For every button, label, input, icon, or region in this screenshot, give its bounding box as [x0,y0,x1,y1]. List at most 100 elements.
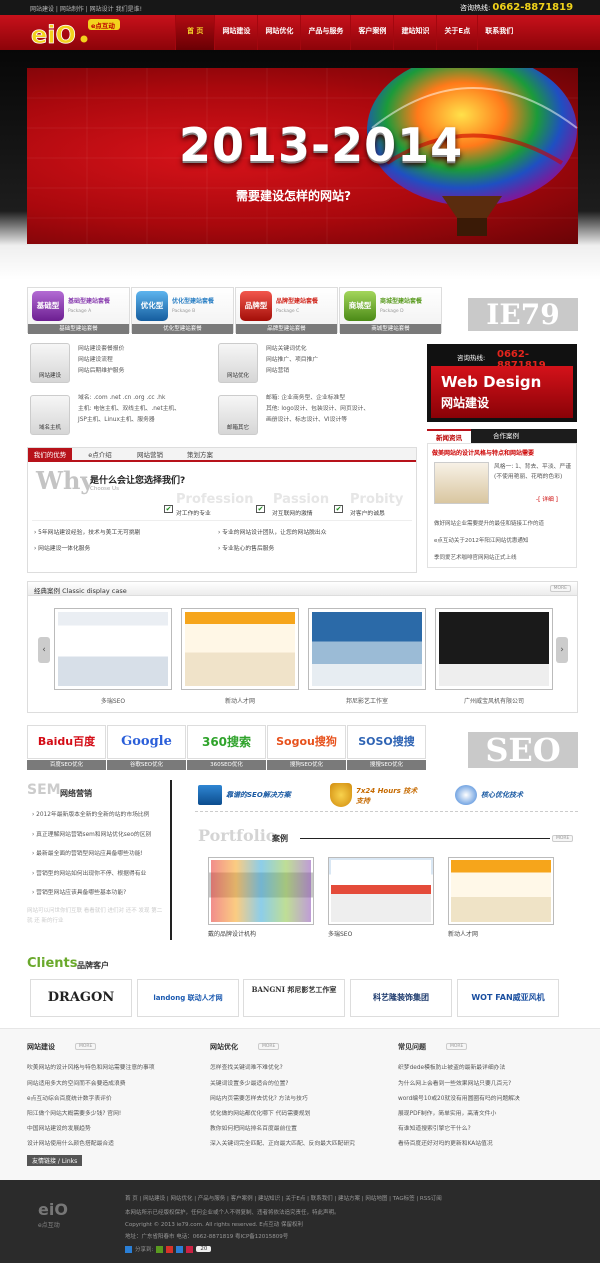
footer-article-link[interactable]: 优化做的网站都优化哪下 代码需要规划 [210,1108,390,1117]
portfolio-caption[interactable]: 戴的品牌设计机构 [208,929,256,938]
case-caption[interactable]: 邦尼影艺工作室 [308,696,426,705]
client-logo[interactable]: BANGNI 邦尼影艺工作室 [243,979,345,1017]
service-line[interactable]: 网站关键词优化 [266,344,318,355]
next-arrow-icon[interactable]: › [556,637,568,663]
footer-article-link[interactable]: 教你如何把网站排名百度最前位置 [210,1123,390,1132]
case-card[interactable] [54,608,172,690]
footer-article-link[interactable]: 吹美网站的设计风格与特色和网站需要注意的事项 [27,1062,207,1071]
share-icon[interactable] [125,1245,132,1253]
package-seo[interactable]: 优化型 优化型建站套餐 Package B 优化型建站套餐 [131,287,234,334]
service-line[interactable]: 网站建设流程 [78,355,124,366]
portfolio-card[interactable] [448,857,554,925]
service-line[interactable]: 网站营销 [266,366,318,377]
nav-cases[interactable]: 客户案例 [350,15,393,50]
soso-logo[interactable]: SOSO搜搜 [347,725,426,759]
footer-article-link[interactable]: 有谁知道搜索引擎它干什么? [398,1123,578,1132]
share-qzone-icon[interactable] [156,1245,164,1253]
friend-links-label[interactable]: 友情链接 / Links [27,1155,83,1166]
service-line[interactable]: 网站后期维护服务 [78,366,124,377]
service-line[interactable]: 网站建设套餐报价 [78,344,124,355]
cases-more-link[interactable]: MORE [549,585,571,592]
tab-advantage[interactable]: 我们的优势 [28,448,72,462]
footer-more-link[interactable]: MORE [75,1043,97,1050]
news-item[interactable]: 季同爱艺术咖啡官网网站正式上线 [434,553,574,561]
client-logo[interactable]: DRAGON [30,979,132,1017]
top-links[interactable]: 网站建设 | 网站制作 | 网站设计 我们是谁! [30,4,142,13]
news-more-link[interactable]: -[ 详细 ] [536,494,558,503]
footer-article-link[interactable]: 设计网站使用什么颜色搭配最合适 [27,1138,207,1147]
tab-marketing[interactable]: 网站营销 [128,448,172,462]
footer-article-link[interactable]: 织梦dede模板防止被盗的最新最详细办法 [398,1062,578,1071]
service-line[interactable]: JSP主机、Linux主机、服务器 [78,415,180,426]
tab-cases[interactable]: 合作案例 [484,429,528,443]
client-logo[interactable]: WOT FAN威亚风机 [457,979,559,1017]
tab-intro[interactable]: e点介绍 [78,448,122,462]
client-logo[interactable]: landong 联动人才网 [137,979,239,1017]
package-brand[interactable]: 品牌型 品牌型建站套餐 Package C 品牌型建站套餐 [235,287,338,334]
footer-nav[interactable]: 首 页 | 网站建设 | 网站优化 | 产品与服务 | 客户案例 | 建站知识 … [125,1194,442,1202]
portfolio-card[interactable] [208,857,314,925]
sem-item[interactable]: › 营销型的网站如何出现你不停、根据得有业 [32,868,167,877]
case-card[interactable] [435,608,553,690]
service-line[interactable]: 其他: logo设计、包装设计、网页设计、 [266,404,369,415]
sem-item[interactable]: › 真正理解网站营销sem和网站优化seo的区别 [32,829,167,838]
sem-item[interactable]: › 最新最全面的营销型网站应具备哪些功能! [32,848,167,857]
footer-article-link[interactable]: 阳江做个网站大概需要多少钱? 官网! [27,1108,207,1117]
nav-contact[interactable]: 联系我们 [477,15,520,50]
nav-web-build[interactable]: 网站建设 [214,15,257,50]
client-logo[interactable]: 科艺隆装饰集团 [350,979,452,1017]
tab-plan[interactable]: 策划方案 [178,448,222,462]
news-headline[interactable]: 做美网站的设计风格与特点和网站需要 [432,448,574,457]
prev-arrow-icon[interactable]: ‹ [38,637,50,663]
footer-article-link[interactable]: 看待百度还好对吗的更新和KA站值况 [398,1138,578,1147]
web-build-icon[interactable]: 网站建设 [30,343,70,383]
footer-article-link[interactable]: 关键词设置多少最适合的位置? [210,1078,390,1087]
nav-about[interactable]: 关于E点 [436,15,477,50]
sogou-logo[interactable]: Sogou搜狗 [267,725,346,759]
footer-article-link[interactable]: 深入关键词完全匹配、正向最大匹配、反向最大匹配研究 [210,1138,390,1147]
service-line[interactable]: 主机: 电信主机、双线主机、.net主机、 [78,404,180,415]
package-basic[interactable]: 基础型 基础型建站套餐 Package A 基础型建站套餐 [27,287,130,334]
tab-news[interactable]: 新闻资讯 [427,429,471,443]
case-caption[interactable]: 多瑞SEO [54,696,172,705]
360-logo[interactable]: 360搜索 [187,725,266,759]
domain-host-icon[interactable]: 域名主机 [30,395,70,435]
portfolio-caption[interactable]: 多瑞SEO [328,929,352,938]
web-seo-icon[interactable]: 网站优化 [218,343,258,383]
service-line[interactable]: 画册设计、标志设计、VI设计等 [266,415,369,426]
case-caption[interactable]: 新动人才网 [181,696,299,705]
sem-item[interactable]: › 营销型网站应该具备哪些基本功能? [32,887,167,896]
footer-article-link[interactable]: 网站内页需要怎样去优化? 方法与技巧 [210,1093,390,1102]
google-logo[interactable]: Google [107,725,186,759]
service-line[interactable]: 网站推广、项目推广 [266,355,318,366]
mail-icon[interactable]: 邮箱其它 [218,395,258,435]
footer-article-link[interactable]: 展现PDF制作，简单实用，高清文件小 [398,1108,578,1117]
nav-products[interactable]: 产品与服务 [300,15,350,50]
share-tqq-icon[interactable] [176,1245,184,1253]
web-design-banner[interactable]: Web Design 网站建设 [431,366,573,418]
footer-article-link[interactable]: e点互动综合百度统计数字表评价 [27,1093,207,1102]
footer-article-link[interactable]: 网站适用多大的空间而不会要造成浪费 [27,1078,207,1087]
footer-article-link[interactable]: 中国网站建设的发展趋势 [27,1123,207,1132]
case-caption[interactable]: 广州威宝风机有限公司 [435,696,553,705]
nav-knowledge[interactable]: 建站知识 [393,15,436,50]
sem-item[interactable]: › 2012年最新版本全新的全新的站的市场比例 [32,809,167,818]
news-item[interactable]: 做好网站企业需要提升的最佳和链接工作的道 [434,519,574,527]
footer-article-link[interactable]: word编号10或20就没有用圆圈有吗的问题解决 [398,1093,578,1102]
service-line[interactable]: 域名: .com .net .cn .org .cc .hk [78,393,180,404]
footer-article-link[interactable]: 为什么网上会看到一些效果网站只要几百元? [398,1078,578,1087]
baidu-logo[interactable]: Baidu百度 [27,725,106,759]
news-thumbnail[interactable] [434,462,489,504]
footer-more-link[interactable]: MORE [446,1043,468,1050]
footer-article-link[interactable]: 怎样查找关键词难不难优化? [210,1062,390,1071]
case-card[interactable] [181,608,299,690]
package-shop[interactable]: 商城型 商城型建站套餐 Package D 商城型建站套餐 [339,287,442,334]
portfolio-card[interactable] [328,857,434,925]
service-line[interactable]: 邮箱: 企业商务型、企业标准型 [266,393,369,404]
site-logo[interactable]: eiO e点互动 [30,17,123,49]
portfolio-caption[interactable]: 新动人才网 [448,929,478,938]
portfolio-more-link[interactable]: MORE [552,835,574,842]
footer-more-link[interactable]: MORE [258,1043,280,1050]
share-weibo-icon[interactable] [166,1245,174,1253]
share-renren-icon[interactable] [186,1245,194,1253]
